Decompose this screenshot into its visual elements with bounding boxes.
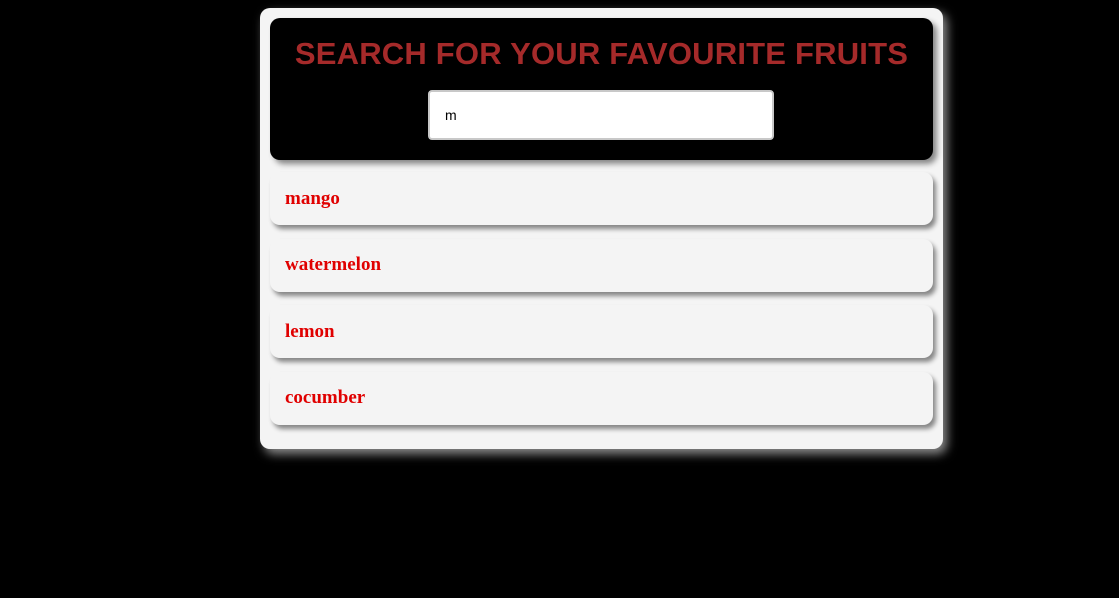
list-item[interactable]: mango [270,172,933,225]
list-item-label: lemon [285,320,335,342]
list-item[interactable]: watermelon [270,238,933,292]
list-item[interactable]: lemon [270,305,933,358]
list-item-label: cocumber [285,387,366,408]
list-item[interactable]: cocumber [270,371,933,425]
results-list: mango watermelon lemon cocumber [270,172,933,438]
page-title: SEARCH FOR YOUR FAVOURITE FRUITS [294,36,909,71]
list-item-label: watermelon [285,254,382,275]
list-item-label: mango [285,187,340,209]
search-input[interactable] [428,90,774,140]
search-header: SEARCH FOR YOUR FAVOURITE FRUITS [270,18,933,160]
search-card: SEARCH FOR YOUR FAVOURITE FRUITS mango w… [260,8,943,449]
